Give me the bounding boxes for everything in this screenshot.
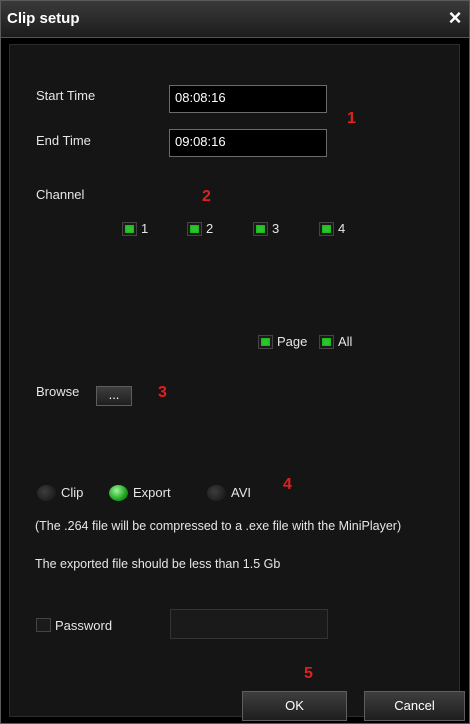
password-label: Password: [55, 618, 113, 633]
start-time-label: Start Time: [36, 88, 96, 103]
export-note: (The .264 file will be compressed to a .…: [35, 519, 402, 533]
channel-1-label: 1: [141, 221, 149, 236]
close-icon[interactable]: ×: [445, 5, 465, 31]
end-time-label: End Time: [36, 133, 91, 148]
end-time-field[interactable]: 09:08:16: [169, 129, 327, 157]
password-checkbox[interactable]: [36, 618, 51, 632]
start-time-field[interactable]: 08:08:16: [169, 85, 327, 113]
password-field[interactable]: [170, 609, 328, 639]
marker-5: 5: [304, 665, 313, 682]
title-bar: Clip setup ×: [1, 1, 469, 38]
export-radio[interactable]: [109, 485, 128, 501]
marker-3: 3: [158, 384, 167, 401]
page-checkbox[interactable]: [258, 335, 273, 349]
dialog-title: Clip setup: [7, 10, 80, 27]
clip-radio[interactable]: [37, 485, 56, 501]
clip-setup-dialog: Clip setup × Start Time 08:08:16 End Tim…: [0, 0, 470, 724]
all-label: All: [338, 334, 353, 349]
marker-2: 2: [202, 188, 211, 205]
browse-label: Browse: [36, 384, 80, 399]
avi-radio[interactable]: [207, 485, 226, 501]
page-label: Page: [277, 334, 308, 349]
clip-radio-label: Clip: [61, 485, 84, 500]
channel-2-checkbox[interactable]: [187, 222, 202, 236]
channel-2-label: 2: [206, 221, 214, 236]
marker-1: 1: [347, 110, 356, 127]
ok-button[interactable]: OK: [242, 691, 347, 721]
channel-1-checkbox[interactable]: [122, 222, 137, 236]
channel-3-label: 3: [272, 221, 280, 236]
cancel-button[interactable]: Cancel: [364, 691, 465, 721]
channel-label: Channel: [36, 187, 85, 202]
marker-4: 4: [283, 476, 292, 493]
channel-3-checkbox[interactable]: [253, 222, 268, 236]
export-radio-label: Export: [133, 485, 171, 500]
channel-4-label: 4: [338, 221, 346, 236]
avi-radio-label: AVI: [231, 485, 251, 500]
browse-button[interactable]: ...: [96, 386, 132, 406]
all-checkbox[interactable]: [319, 335, 334, 349]
channel-4-checkbox[interactable]: [319, 222, 334, 236]
size-limit-note: The exported file should be less than 1.…: [35, 557, 281, 571]
